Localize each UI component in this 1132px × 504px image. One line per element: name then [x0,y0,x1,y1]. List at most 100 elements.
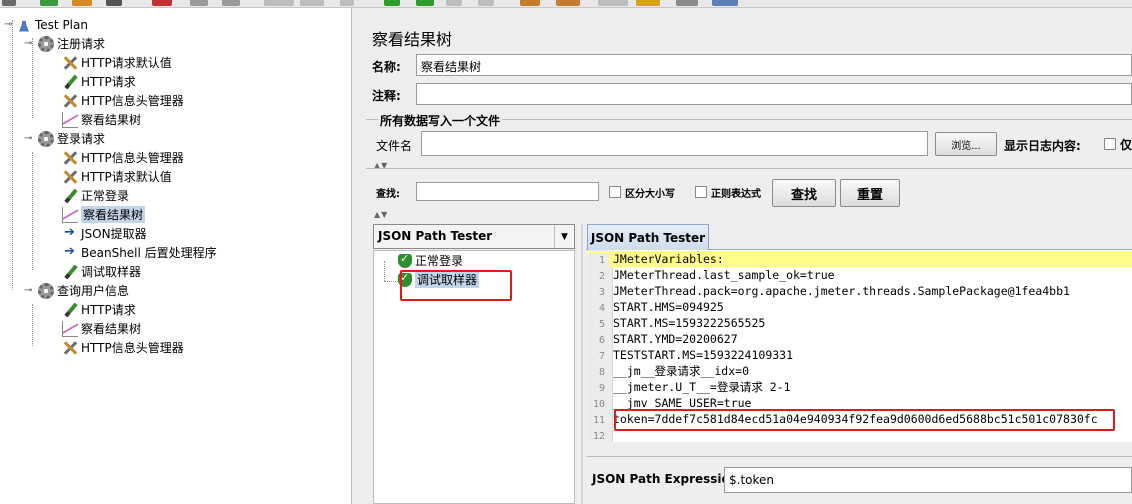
success-check-icon [398,271,412,287]
toolbar-button-icon[interactable] [152,0,172,6]
tree-item[interactable]: HTTP请求 [62,300,136,319]
tree-item[interactable]: HTTP信息头管理器 [62,148,184,167]
line-text: __jmeter.U_T__=登录请求 2-1 [613,380,791,394]
tree-item[interactable]: HTTP信息头管理器 [62,91,184,110]
collapse-toggle-icon[interactable]: ⊸ [4,19,14,30]
tree-item[interactable]: 调试取样器 [62,262,141,281]
gear-icon [38,282,54,299]
wrench-icon [62,150,78,166]
extract-icon [62,244,78,261]
json-path-expression-input[interactable]: $.token [724,467,1132,493]
success-check-icon [398,252,412,268]
log-option-label: 仅 [1120,138,1132,152]
regex-checkbox[interactable] [695,186,707,198]
line-text: __jmv_SAME_USER=true [613,396,752,410]
response-line: 2 JMeterThread.last_sample_ok=true [587,267,1132,283]
tree-item[interactable]: 正常登录 [62,186,129,205]
tree-item[interactable]: 察看结果树 [62,319,141,338]
line-text: TESTSTART.MS=1593224109331 [613,348,794,362]
tree-item[interactable]: HTTP请求 [62,72,136,91]
tree-item-label: 察看结果树 [81,113,142,127]
response-line: 7 TESTSTART.MS=1593224109331 [587,347,1132,363]
json-path-expression-label: JSON Path Expression [592,472,739,486]
tree-item[interactable]: HTTP请求默认值 [62,53,172,72]
shutdown-icon[interactable] [478,0,494,6]
find-button[interactable]: 查找 [772,179,836,207]
wrench-icon [62,169,78,185]
function-helper-icon[interactable] [712,0,738,6]
name-field[interactable]: 察看结果树 [416,54,1132,76]
log-errors-checkbox[interactable] [1104,138,1116,150]
renderer-select-value: JSON Path Tester [378,229,493,243]
line-text: JMeterVariables: [613,252,724,266]
gear-icon [38,35,54,52]
tree-item[interactable]: ⊸ 查询用户信息 [24,281,129,300]
toolbar-button-icon[interactable] [190,0,208,6]
tree-item-label: BeanShell 后置处理程序 [81,246,217,260]
tree-item[interactable]: ⊸ 登录请求 [24,129,105,148]
start-icon[interactable] [384,0,400,6]
splitter-arrows-icon[interactable]: ▲▼ [374,210,388,219]
toolbar-button-icon[interactable] [2,0,16,6]
tree-item[interactable]: 察看结果树 [62,110,141,129]
wrench-icon [62,340,78,356]
toolbar-button-icon[interactable] [340,0,354,6]
reset-button[interactable]: 重置 [840,179,900,207]
chart-icon [62,320,78,337]
collapse-toggle-icon[interactable]: ⊸ [24,38,34,49]
tab-json-path-tester[interactable]: JSON Path Tester [587,224,709,250]
tree-item-label: 调试取样器 [81,265,142,279]
tree-item-label: HTTP请求 [81,303,136,317]
file-section-title: 所有数据写入一个文件 [378,112,503,129]
stop-icon[interactable] [446,0,462,6]
line-text: START.YMD=20200627 [613,332,738,346]
clear-all-icon[interactable] [636,0,660,6]
renderer-select[interactable]: JSON Path Tester ▼ [373,224,575,249]
line-text: START.MS=1593222565525 [613,316,766,330]
chevron-down-icon[interactable]: ▼ [554,225,574,248]
response-line: 11 token=7ddef7c581d84ecd51a04e940934f92f… [587,411,1132,427]
toolbar-button-icon[interactable] [40,0,58,6]
tree-root[interactable]: ⊸ Test Plan [4,15,88,34]
toolbar-button-icon[interactable] [300,0,324,6]
case-sensitive-checkbox[interactable] [609,186,621,198]
comment-label: 注释: [372,89,401,103]
toolbar-button-icon[interactable] [222,0,240,6]
clear-icon[interactable] [598,0,628,6]
search-input[interactable] [416,182,599,201]
toolbar-button-icon[interactable] [106,0,122,6]
remote-icon[interactable] [556,0,580,6]
response-line: 1 JMeterVariables: [587,251,1132,269]
tree-item[interactable]: ⊸ 注册请求 [24,34,105,53]
start-no-pause-icon[interactable] [416,0,434,6]
tree-item[interactable]: BeanShell 后置处理程序 [62,243,217,262]
search-icon[interactable] [676,0,698,6]
line-text: JMeterThread.last_sample_ok=true [613,268,835,282]
tree-item-label: Test Plan [35,17,88,32]
sample-result-tree: 正常登录 调试取样器 [373,250,575,504]
toolbar-button-icon[interactable] [264,0,294,6]
collapse-toggle-icon[interactable]: ⊸ [24,285,34,296]
tree-item-label: JSON提取器 [81,227,147,241]
pencil-icon [62,188,78,204]
sample-result-label: 正常登录 [415,254,464,268]
response-line: 8 __jm__登录请求__idx=0 [587,363,1132,379]
tree-item-label: 注册请求 [57,37,106,51]
tree-item[interactable]: HTTP请求默认值 [62,167,172,186]
comment-field[interactable] [416,83,1132,105]
vertical-splitter[interactable] [581,224,583,504]
toolbar-button-icon[interactable] [72,0,92,6]
sample-result-item[interactable]: 调试取样器 [398,270,480,289]
splitter-bar[interactable] [587,444,1132,456]
tree-item-label: HTTP请求 [81,75,136,89]
remote-icon[interactable] [520,0,540,6]
tree-item[interactable]: 察看结果树 [62,205,146,224]
tree-item[interactable]: JSON提取器 [62,224,147,243]
tree-item[interactable]: HTTP信息头管理器 [62,338,184,357]
browse-button[interactable]: 浏览... [935,132,997,156]
collapse-toggle-icon[interactable]: ⊸ [24,133,34,144]
log-content-label: 显示日志内容: [1004,139,1081,153]
sample-result-item[interactable]: 正常登录 [398,251,463,270]
filename-field[interactable] [421,131,928,156]
search-label: 查找: [376,189,400,200]
